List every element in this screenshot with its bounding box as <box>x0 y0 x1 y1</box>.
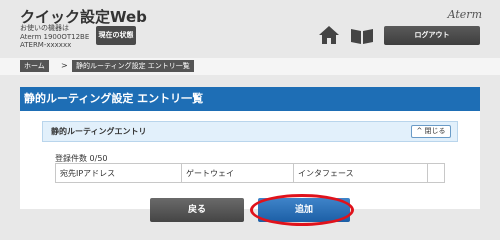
breadcrumb-home[interactable]: ホーム <box>20 60 49 72</box>
device-model: Aterm 1900OT12BE <box>20 32 90 41</box>
breadcrumb-separator: > <box>61 61 68 70</box>
logout-button[interactable]: ログアウト <box>384 26 480 45</box>
breadcrumb-current: 静的ルーティング設定 エントリ一覧 <box>72 60 194 72</box>
close-section-button[interactable]: ^ 閉じる <box>411 125 451 138</box>
column-destination-ip: 宛先IPアドレス <box>55 163 182 183</box>
header: クイック設定Web お使いの機器は Aterm 1900OT12BE ATERM… <box>0 0 500 56</box>
device-name: ATERM-xxxxxx <box>20 41 72 49</box>
home-icon[interactable] <box>318 25 340 45</box>
brand-logo: Aterm <box>447 8 482 21</box>
column-actions <box>427 163 445 183</box>
section-title: 静的ルーティングエントリ <box>51 127 147 136</box>
column-interface: インタフェース <box>293 163 428 183</box>
status-button[interactable]: 現在の状態 <box>96 26 136 45</box>
highlight-ring <box>250 194 354 226</box>
column-gateway: ゲートウェイ <box>181 163 294 183</box>
entries-table: 宛先IPアドレス ゲートウェイ インタフェース <box>55 163 445 183</box>
device-info-line: お使いの機器は <box>20 24 69 32</box>
device-info: お使いの機器は Aterm 1900OT12BE ATERM-xxxxxx <box>20 24 89 50</box>
close-label: 閉じる <box>424 127 446 135</box>
chevron-up-icon: ^ <box>416 127 423 135</box>
page-title: 静的ルーティング設定 エントリ一覧 <box>20 87 480 111</box>
section-header: 静的ルーティングエントリ ^ 閉じる <box>42 121 458 142</box>
content-panel: 静的ルーティングエントリ ^ 閉じる 登録件数 0/50 宛先IPアドレス ゲー… <box>20 111 480 209</box>
breadcrumb: ホーム > 静的ルーティング設定 エントリ一覧 <box>0 58 500 75</box>
book-icon[interactable] <box>350 28 374 44</box>
back-button[interactable]: 戻る <box>150 198 244 222</box>
table-header-row: 宛先IPアドレス ゲートウェイ インタフェース <box>55 163 445 183</box>
